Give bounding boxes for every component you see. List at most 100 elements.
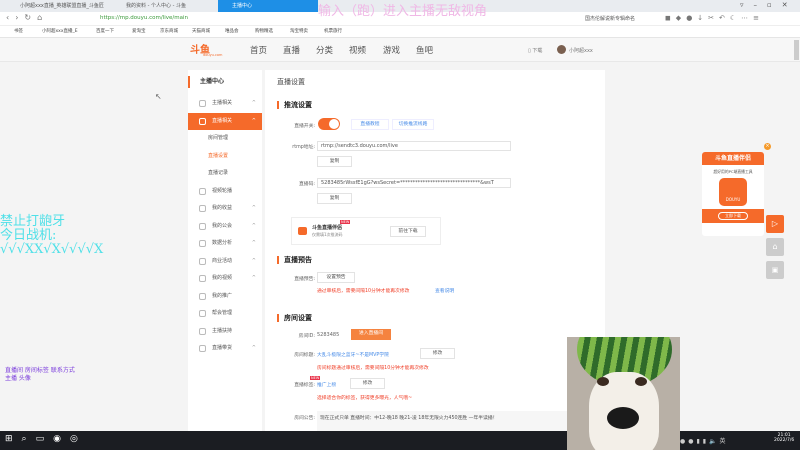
edit-title-button[interactable]: 修改 xyxy=(420,348,455,359)
sidebar-item-label: 我的公会 xyxy=(212,222,233,229)
nav-buttons[interactable]: ‹›↻⌂ xyxy=(6,13,48,22)
sidebar-item[interactable]: 直播相关 ^ xyxy=(188,112,262,130)
enter-room-button[interactable]: 进入直播间 xyxy=(351,329,391,340)
chevron-up-icon: ^ xyxy=(251,257,256,264)
nav-home[interactable]: 首页 xyxy=(250,44,267,56)
sidebar-item[interactable]: 主播相关 ^ xyxy=(188,95,262,112)
url-field[interactable]: https://mp.douyu.com/live/main xyxy=(100,15,188,21)
sidebar-item[interactable]: 房间管理 xyxy=(188,130,262,147)
live-toggle[interactable] xyxy=(318,118,340,130)
sidebar-item[interactable]: 我的公会 ^ xyxy=(188,218,262,235)
sidebar-item-label: 我的收益 xyxy=(212,205,233,211)
room-id-label: 房间ID: xyxy=(298,334,315,339)
sidebar-item[interactable]: 直播设置 xyxy=(188,148,262,165)
room-title-value: 大乱斗极限之蓝牙~不是MVP学院 xyxy=(317,353,389,358)
webcam-overlay xyxy=(567,337,680,450)
push-heading: 推流设置 xyxy=(277,101,312,109)
float-ad[interactable]: 斗鱼直播伴侣 超好用的PC端直播工具 DOUYU 立即下载 xyxy=(702,152,764,236)
tag-note: 选择适合你的标签，获得更多曝光，人气哦~ xyxy=(317,396,413,401)
room-heading: 房间设置 xyxy=(277,314,312,322)
tab-anchor-center[interactable]: 主播中心 xyxy=(218,0,318,12)
sidebar-title: 主播中心 xyxy=(188,76,224,88)
bookmark[interactable]: 书签 xyxy=(14,26,23,38)
play-icon[interactable]: ▷ xyxy=(766,215,784,233)
stream-code-field[interactable]: 5283485rWssfE1gG?wsSecret=**************… xyxy=(317,178,511,188)
dog-eye xyxy=(635,377,647,386)
bookmark[interactable]: 百度一下 xyxy=(96,26,114,38)
chevron-up-icon: ^ xyxy=(251,345,256,351)
clock[interactable]: 21:01 2022/7/6 xyxy=(774,433,794,443)
bookmark[interactable]: 爱淘宝 xyxy=(132,26,146,38)
window-controls[interactable]: ▿–▫✕ xyxy=(740,1,798,9)
code-label: 直播码: xyxy=(298,182,315,187)
copy-code-button[interactable]: 复制 xyxy=(317,193,352,204)
edit-tag-button[interactable]: 修改 xyxy=(350,378,385,389)
bookmark[interactable]: 淘宝特卖 xyxy=(290,26,308,38)
title-note: 房间标题通过审核后，需要间隔10分钟才能再次修改 xyxy=(317,366,429,371)
promo-title: 斗鱼直播伴侣 xyxy=(312,225,343,231)
scrollbar[interactable] xyxy=(794,40,799,60)
nav-fishbar[interactable]: 鱼吧 xyxy=(416,44,433,56)
copy-rtmp-button[interactable]: 复制 xyxy=(317,156,352,167)
menu-icon xyxy=(199,327,206,335)
menu-icon xyxy=(199,292,206,300)
sidebar-item-label: 直播相关 xyxy=(212,117,233,124)
menu-icon xyxy=(199,117,206,125)
avatar[interactable] xyxy=(557,45,566,54)
tutorial-link[interactable]: 直播教程 xyxy=(351,119,389,130)
sidebar-item[interactable]: 我的收益 ^ xyxy=(188,200,262,217)
rtmp-field[interactable]: rtmp://sendtc3.douyu.com/live xyxy=(317,141,511,151)
sidebar-item[interactable]: 我的推广 xyxy=(188,288,262,305)
switch-line-link[interactable]: 切换推流线路 xyxy=(392,119,434,130)
app-scan-icon[interactable]: ▣ xyxy=(766,261,784,279)
sidebar-item[interactable]: 商业活动 ^ xyxy=(188,253,262,270)
notice-field[interactable]: 现在正式只单 直播时间：中12-晚18 晚21-凌 18年无限火力450连胜 一… xyxy=(317,411,597,433)
sidebar-item[interactable]: 视频轮播 xyxy=(188,183,262,200)
sidebar-item[interactable]: 直播记录 xyxy=(188,165,262,182)
bookmarks-bar: 书签 小阿超xxx直播_E 百度一下 爱淘宝 京东商城 天猫商城 唯品会 购物精… xyxy=(0,26,800,38)
tab-profile[interactable]: 我的资料 - 个人中心 - 斗鱼 xyxy=(112,0,212,12)
sidebar-item-label: 我的视频 xyxy=(212,275,233,281)
tab-stream[interactable]: 小阿超xxx直播_英雄联盟直播_斗鱼匠 xyxy=(6,0,104,12)
main-panel: 直播设置 推流设置 直播开关: 直播教程 切换推流线路 rtmp地址: rtmp… xyxy=(265,70,605,440)
taskbar-icons[interactable]: ⊞⌕▭◉◎ xyxy=(5,434,87,444)
username[interactable]: 小阿超xxx xyxy=(569,47,593,54)
nav-live[interactable]: 直播 xyxy=(283,44,300,56)
menu-icon xyxy=(199,275,206,282)
bookmark[interactable]: 购物精选 xyxy=(255,26,273,38)
home-icon[interactable]: ⌂ xyxy=(766,238,784,256)
date: 2022/7/6 xyxy=(774,438,795,443)
sidebar-item[interactable]: 直播带货 ^ xyxy=(188,340,262,357)
sidebar-item[interactable]: 数据分析 ^ xyxy=(188,235,262,252)
sidebar-item[interactable]: 帮会管理 xyxy=(188,305,262,322)
nav-video[interactable]: 视频 xyxy=(349,44,366,56)
sidebar-item[interactable]: 主播扶持 xyxy=(188,323,262,340)
sidebar-item-label: 数据分析 xyxy=(212,240,233,246)
set-preview-button[interactable]: 设置预告 xyxy=(317,272,355,283)
sidebar-item[interactable]: 我的视频 ^ xyxy=(188,270,262,287)
preview-help-link[interactable]: 查看说明 xyxy=(435,287,454,294)
download-label: 下载 xyxy=(532,48,543,54)
chevron-up-icon: ^ xyxy=(251,275,256,281)
sidebar-item-label: 主播相关 xyxy=(212,100,233,106)
preview-heading: 直播预告 xyxy=(277,256,312,264)
ad-download-button[interactable]: 立即下载 xyxy=(718,212,748,220)
bookmark[interactable]: 小阿超xxx直播_E xyxy=(42,26,78,38)
download-link[interactable]: ▯ 下载 xyxy=(528,47,542,54)
sidebar-item-label: 直播设置 xyxy=(208,152,229,159)
promo-download-button[interactable]: 前往下载 xyxy=(390,226,426,237)
close-icon[interactable]: × xyxy=(764,143,771,150)
nav-category[interactable]: 分类 xyxy=(316,44,333,56)
logo-sub: douyu.com xyxy=(203,53,223,57)
sidebar-item-label: 主播扶持 xyxy=(212,327,233,334)
bookmark[interactable]: 天猫商城 xyxy=(192,26,210,38)
bookmark[interactable]: 京东商城 xyxy=(160,26,178,38)
menu-icon xyxy=(199,310,206,317)
tray-icons[interactable]: ●●▮▮🔈英 xyxy=(680,436,729,445)
nav-game[interactable]: 游戏 xyxy=(383,44,400,56)
menu-icon xyxy=(199,100,206,107)
bookmark[interactable]: 机票旅行 xyxy=(324,26,342,38)
bookmark[interactable]: 唯品会 xyxy=(225,26,239,38)
search-suggestion[interactable]: 国杰伦解说新专辑命名 xyxy=(585,15,635,22)
toolbar-icons[interactable]: ◼◆●↓✂↶☾⋯≡ xyxy=(665,14,795,22)
